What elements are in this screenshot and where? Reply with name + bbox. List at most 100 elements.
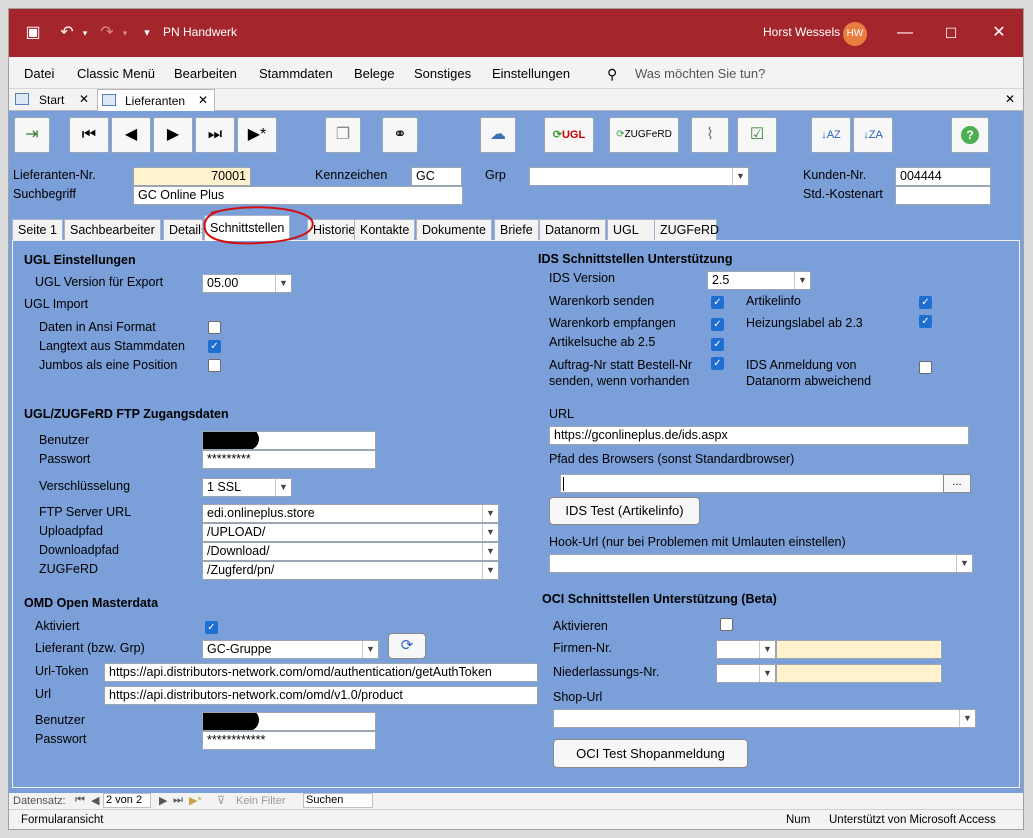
browser-pfad-field[interactable] — [560, 474, 944, 493]
chevron-down-icon[interactable]: ▼ — [759, 665, 775, 682]
undo-dropdown-icon[interactable]: ▾ — [73, 21, 97, 45]
chevron-down-icon[interactable]: ▼ — [482, 543, 498, 560]
artikelsuche-checkbox[interactable]: ✓ — [711, 338, 724, 351]
ids-url-field[interactable]: https://gconlineplus.de/ids.aspx — [549, 426, 969, 445]
omd-urltoken-field[interactable]: https://api.distributors-network.com/omd… — [104, 663, 538, 682]
lieferanten-nr-field[interactable]: 70001 — [133, 167, 251, 186]
zugferd-button[interactable]: ⟳ZUGFeRD — [609, 117, 679, 153]
ugl-button[interactable]: ⟳UGL — [544, 117, 594, 153]
menu-stammdaten[interactable]: Stammdaten — [259, 66, 333, 81]
tab-briefe[interactable]: Briefe — [494, 219, 539, 241]
omd-aktiviert-checkbox[interactable]: ✓ — [205, 621, 218, 634]
customize-qat-icon[interactable]: ▾ — [135, 21, 159, 45]
ids-version-select[interactable]: 2.5 ▼ — [707, 271, 811, 290]
kunden-nr-field[interactable]: 004444 — [895, 167, 991, 186]
first-record-button[interactable]: ⏮ — [69, 117, 109, 153]
firmen-nr-field[interactable] — [776, 640, 942, 659]
chevron-down-icon[interactable]: ▼ — [956, 555, 972, 572]
tab-details[interactable]: Details — [163, 219, 203, 241]
search-icon[interactable]: ⚲ — [607, 66, 617, 83]
suchbegriff-field[interactable]: GC Online Plus — [133, 186, 463, 205]
record-search-field[interactable]: Suchen — [303, 793, 373, 808]
close-tab-icon[interactable]: ✕ — [198, 93, 208, 107]
copy-icon[interactable]: ❐ — [325, 117, 361, 153]
paperclip-icon[interactable]: ⌇ — [691, 117, 729, 153]
next-record-button[interactable]: ▶ — [153, 117, 193, 153]
last-record-icon[interactable]: ⏭ — [173, 794, 183, 807]
tab-start[interactable]: Start ✕ — [13, 89, 95, 111]
tab-dokumente[interactable]: Dokumente — [416, 219, 492, 241]
help-button[interactable]: ? — [951, 117, 989, 153]
oci-aktivieren-checkbox[interactable] — [720, 618, 733, 631]
tab-ugl[interactable]: UGL — [607, 219, 655, 241]
menu-bearbeiten[interactable]: Bearbeiten — [174, 66, 237, 81]
cloud-info-icon[interactable]: ☁ — [480, 117, 516, 153]
chevron-down-icon[interactable]: ▼ — [732, 168, 748, 185]
langtext-checkbox[interactable]: ✓ — [208, 340, 221, 353]
menu-einstellungen[interactable]: Einstellungen — [492, 66, 570, 81]
tab-sachbearbeiter[interactable]: Sachbearbeiter — [64, 219, 161, 241]
ftp-benutzer-field[interactable] — [202, 431, 376, 450]
record-number-field[interactable]: 2 von 2 — [103, 793, 151, 808]
omd-passwort-field[interactable]: ************ — [202, 731, 376, 750]
firmen-nr-select[interactable]: ▼ — [716, 640, 776, 659]
uploadpfad-select[interactable]: /UPLOAD/ ▼ — [202, 523, 499, 542]
oci-test-button[interactable]: OCI Test Shopanmeldung — [553, 739, 748, 768]
kennzeichen-field[interactable]: GC — [411, 167, 462, 186]
anmeldung-checkbox[interactable] — [919, 361, 932, 374]
niederlassungs-nr-select[interactable]: ▼ — [716, 664, 776, 683]
maximize-icon[interactable]: ☐ — [939, 21, 963, 45]
menu-sonstiges[interactable]: Sonstiges — [414, 66, 471, 81]
tab-seite1[interactable]: Seite 1 — [12, 219, 63, 241]
chevron-down-icon[interactable]: ▼ — [759, 641, 775, 658]
chevron-down-icon[interactable]: ▼ — [482, 524, 498, 541]
omd-refresh-button[interactable]: ⟳ — [388, 633, 426, 659]
chevron-down-icon[interactable]: ▼ — [959, 710, 975, 727]
tab-kontakte[interactable]: Kontakte — [354, 219, 416, 241]
chevron-down-icon[interactable]: ▼ — [794, 272, 810, 289]
menu-datei[interactable]: Datei — [24, 66, 54, 81]
close-tab-icon[interactable]: ✕ — [79, 92, 89, 106]
tab-zugferd[interactable]: ZUGFeRD — [654, 219, 719, 241]
ftp-passwort-field[interactable]: ********* — [202, 450, 376, 469]
close-document-icon[interactable]: ✕ — [1005, 92, 1015, 106]
user-name[interactable]: Horst Wessels — [763, 25, 840, 39]
auftrag-checkbox[interactable]: ✓ — [711, 357, 724, 370]
exit-icon[interactable]: ⇥ — [14, 117, 50, 153]
tab-datanorm[interactable]: Datanorm — [539, 219, 606, 241]
niederlassungs-nr-field[interactable] — [776, 664, 942, 683]
warenkorb-senden-checkbox[interactable]: ✓ — [711, 296, 724, 309]
omd-lieferant-select[interactable]: GC-Gruppe ▼ — [202, 640, 379, 659]
chevron-down-icon[interactable]: ▼ — [482, 562, 498, 579]
menu-classic[interactable]: Classic Menü — [77, 66, 155, 81]
heizungslabel-checkbox[interactable]: ✓ — [919, 315, 932, 328]
kostenart-field[interactable] — [895, 186, 991, 205]
warenkorb-empfangen-checkbox[interactable]: ✓ — [711, 318, 724, 331]
jumbos-checkbox[interactable] — [208, 359, 221, 372]
sort-descending-icon[interactable]: ↓ZA — [853, 117, 893, 153]
verschluesselung-select[interactable]: 1 SSL ▼ — [202, 478, 292, 497]
ftp-server-select[interactable]: edi.onlineplus.store ▼ — [202, 504, 499, 523]
ansi-checkbox[interactable] — [208, 321, 221, 334]
previous-record-button[interactable]: ◀ — [111, 117, 151, 153]
first-record-icon[interactable]: ⏮ — [75, 794, 85, 807]
zugferd-pfad-select[interactable]: /Zugferd/pn/ ▼ — [202, 561, 499, 580]
browse-button[interactable]: ... — [943, 474, 971, 493]
new-record-icon[interactable]: ▶* — [189, 794, 202, 807]
binoculars-icon[interactable]: ⚭ — [382, 117, 418, 153]
minimize-icon[interactable]: — — [893, 21, 917, 45]
chevron-down-icon[interactable]: ▼ — [482, 505, 498, 522]
ids-test-button[interactable]: IDS Test (Artikelinfo) — [549, 497, 700, 525]
avatar[interactable]: HW — [843, 22, 867, 46]
close-window-icon[interactable]: ✕ — [987, 21, 1011, 45]
chevron-down-icon[interactable]: ▼ — [275, 479, 291, 496]
new-record-button[interactable]: ▶* — [237, 117, 277, 153]
filter-status[interactable]: Kein Filter — [236, 795, 286, 807]
tab-lieferanten[interactable]: Lieferanten ✕ — [97, 89, 215, 111]
omd-benutzer-field[interactable] — [202, 712, 376, 731]
hook-url-select[interactable]: ▼ — [549, 554, 973, 573]
chevron-down-icon[interactable]: ▼ — [362, 641, 378, 658]
checklist-icon[interactable]: ☑ — [737, 117, 777, 153]
last-record-button[interactable]: ⏭ — [195, 117, 235, 153]
next-record-icon[interactable]: ▶ — [159, 794, 167, 807]
